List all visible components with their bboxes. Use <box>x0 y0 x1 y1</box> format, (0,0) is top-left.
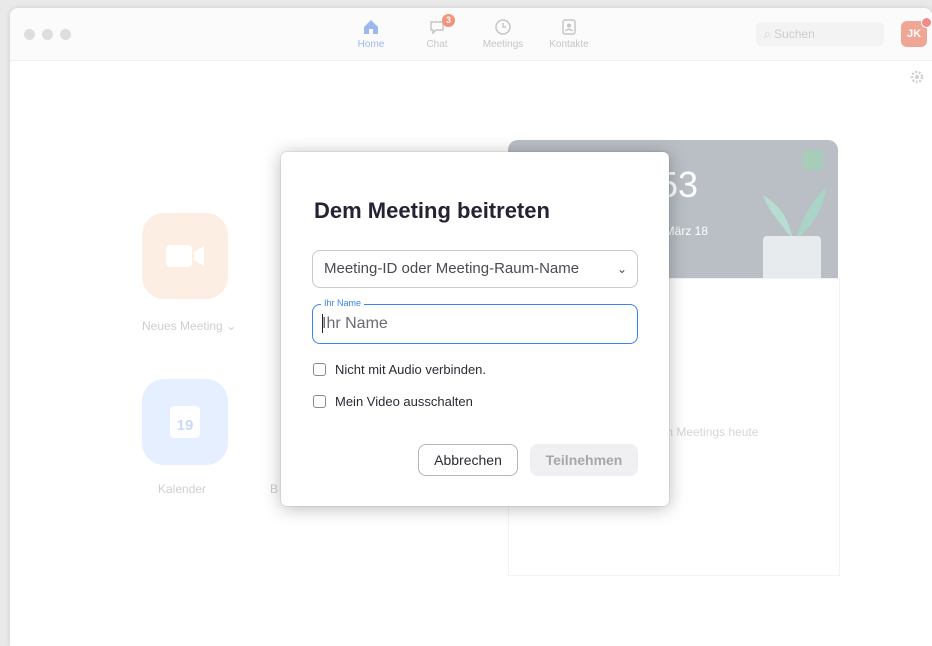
dialog-title: Dem Meeting beitreten <box>314 198 550 223</box>
camera-icon[interactable] <box>803 150 823 170</box>
tab-home[interactable]: Home <box>343 18 399 50</box>
meeting-id-placeholder: Meeting-ID oder Meeting-Raum-Name <box>324 260 580 277</box>
video-off-label: Mein Video ausschalten <box>335 393 473 409</box>
close-window-button[interactable] <box>24 29 35 40</box>
join-button[interactable]: Teilnehmen <box>530 444 638 476</box>
title-bar: Home 3 Chat Meetings Kontakte ⌕ Suchen J… <box>10 8 932 61</box>
search-icon: ⌕ <box>764 27 771 41</box>
join-meeting-dialog: Dem Meeting beitreten Meeting-ID oder Me… <box>281 152 669 506</box>
tab-chat[interactable]: 3 Chat <box>409 14 465 50</box>
tab-contacts-label: Kontakte <box>549 39 589 50</box>
calendar-date: 19 <box>176 417 194 434</box>
clock-icon <box>495 19 511 35</box>
no-audio-label: Nicht mit Audio verbinden. <box>335 361 487 377</box>
meeting-id-combobox[interactable]: Meeting-ID oder Meeting-Raum-Name ⌄ <box>312 250 638 288</box>
calendar-button[interactable]: 19 <box>142 379 228 465</box>
plant-pot <box>763 236 821 278</box>
chat-badge: 3 <box>442 14 455 27</box>
tab-contacts[interactable]: Kontakte <box>541 18 597 50</box>
zoom-window-button[interactable] <box>60 29 71 40</box>
chevron-down-icon: ⌄ <box>226 319 237 333</box>
tab-chat-label: Chat <box>426 39 448 50</box>
search-placeholder: Suchen <box>774 27 815 41</box>
home-icon <box>364 20 378 34</box>
no-audio-option[interactable]: Nicht mit Audio verbinden. <box>313 360 486 378</box>
name-field[interactable]: Ihr Name <box>312 298 638 344</box>
tab-meetings[interactable]: Meetings <box>475 18 531 50</box>
chevron-down-icon[interactable]: ⌄ <box>617 251 627 287</box>
tab-meetings-label: Meetings <box>482 39 524 50</box>
search-input[interactable]: ⌕ Suchen <box>756 22 884 46</box>
video-off-option[interactable]: Mein Video ausschalten <box>313 392 473 410</box>
no-audio-checkbox[interactable] <box>313 362 326 376</box>
tab-home-label: Home <box>357 39 385 50</box>
new-meeting-label: Neues Meeting ⌄ <box>142 319 237 333</box>
name-input[interactable] <box>322 311 622 337</box>
minimize-window-button[interactable] <box>42 29 53 40</box>
plant-leaves-icon <box>763 188 826 240</box>
new-meeting-button[interactable] <box>142 213 228 299</box>
contacts-icon <box>562 19 576 35</box>
name-field-legend: Ihr Name <box>321 298 365 309</box>
partial-tile-label: B <box>270 482 279 496</box>
video-camera-icon <box>166 245 204 267</box>
cancel-button[interactable]: Abbrechen <box>418 444 518 476</box>
calendar-label: Kalender <box>158 482 207 496</box>
video-off-checkbox[interactable] <box>313 394 326 408</box>
avatar-status-dot <box>921 17 932 28</box>
gear-icon[interactable] <box>910 70 924 84</box>
